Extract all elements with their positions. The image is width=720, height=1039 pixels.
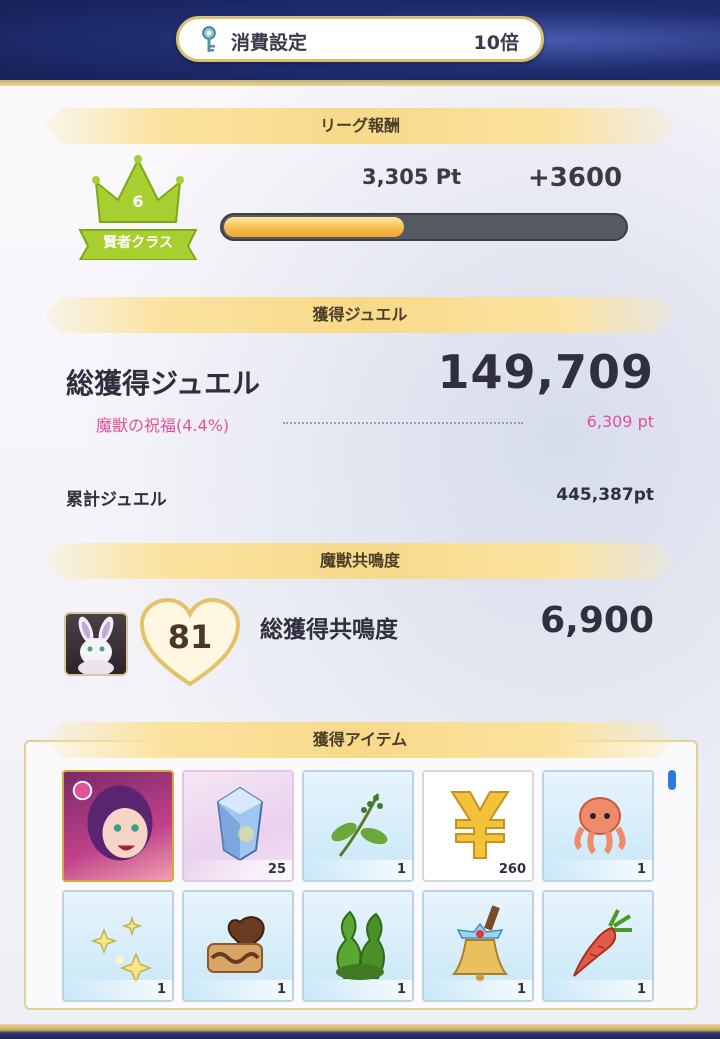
items-scrollbar[interactable] [668, 770, 676, 790]
crystal-icon [216, 786, 264, 862]
cumulative-jewel-label: 累計ジュエル [66, 490, 167, 510]
rank-crown: 6 賢者クラス [76, 152, 200, 261]
cost-setting-button[interactable]: 消費設定 10倍 [176, 16, 544, 62]
league-progress-bar [220, 213, 628, 241]
blessing-label: 魔獣の祝福(4.4%) [96, 416, 230, 435]
item-slot-herb-sprig[interactable]: 1 [302, 770, 414, 882]
cumulative-jewel-value: 445,387pt [556, 485, 654, 505]
rabbit-beast-icon [78, 616, 114, 674]
yen-coin-icon [450, 791, 510, 859]
items-banner-title: 獲得アイテム [312, 730, 408, 749]
league-progress-fill [224, 217, 404, 237]
league-bonus: +3600 [528, 163, 623, 193]
blessing-value: 6,309 pt [586, 412, 654, 431]
resonance-level: 81 [167, 618, 213, 656]
carrot-icon [573, 909, 632, 977]
item-slot-cookies[interactable]: 1 [182, 890, 294, 1002]
total-resonance-value: 6,900 [540, 600, 654, 641]
herb-sprig-icon [331, 793, 388, 857]
total-jewel-label: 総獲得ジュエル [66, 367, 261, 400]
item-slot-octopus[interactable]: 1 [542, 770, 654, 882]
league-reward-banner: リーグ報酬 [44, 108, 676, 144]
item-qty: 25 [267, 862, 286, 877]
total-resonance-label: 総獲得共鳴度 [260, 617, 398, 643]
league-reward-title: リーグ報酬 [319, 116, 400, 135]
jewel-banner-title: 獲得ジュエル [312, 305, 408, 324]
resonance-banner-title: 魔獣共鳴度 [319, 551, 400, 570]
cost-setting-label: 消費設定 [231, 32, 308, 54]
item-qty: 1 [516, 982, 526, 997]
cookies-icon [207, 916, 265, 973]
item-slot-seaweed[interactable]: 1 [302, 890, 414, 1002]
item-qty: 1 [636, 862, 646, 877]
jewel-banner: 獲得ジュエル [44, 297, 676, 333]
items-banner: 獲得アイテム [44, 722, 676, 758]
bottom-frame [0, 1024, 720, 1039]
item-qty: 1 [156, 982, 166, 997]
item-slot-yen-coin[interactable]: 260 [422, 770, 534, 882]
item-slot-crystal[interactable]: 25 [182, 770, 294, 882]
beast-avatar[interactable] [64, 612, 128, 676]
item-slot-carrot[interactable]: 1 [542, 890, 654, 1002]
league-points: 3,305 Pt [362, 165, 462, 189]
total-jewel-value: 149,709 [437, 345, 654, 399]
item-slot-bell[interactable]: 1 [422, 890, 534, 1002]
item-slot-sparkles[interactable]: 1 [62, 890, 174, 1002]
character-card-icon [72, 780, 153, 861]
sparkles-icon [90, 915, 153, 984]
key-icon [202, 26, 216, 52]
dotted-leader [283, 422, 523, 424]
resonance-banner: 魔獣共鳴度 [44, 543, 676, 579]
bell-icon [451, 905, 509, 982]
item-qty: 260 [498, 862, 526, 877]
cost-setting-value: 10倍 [473, 32, 519, 54]
item-qty: 1 [636, 982, 646, 997]
rank-number: 6 [132, 192, 144, 211]
item-slot-character-card[interactable] [62, 770, 174, 882]
item-qty: 1 [276, 982, 286, 997]
seaweed-icon [336, 910, 385, 980]
item-qty: 1 [396, 982, 406, 997]
octopus-icon [574, 797, 626, 855]
rank-label: 賢者クラス [103, 235, 173, 251]
item-qty: 1 [396, 862, 406, 877]
